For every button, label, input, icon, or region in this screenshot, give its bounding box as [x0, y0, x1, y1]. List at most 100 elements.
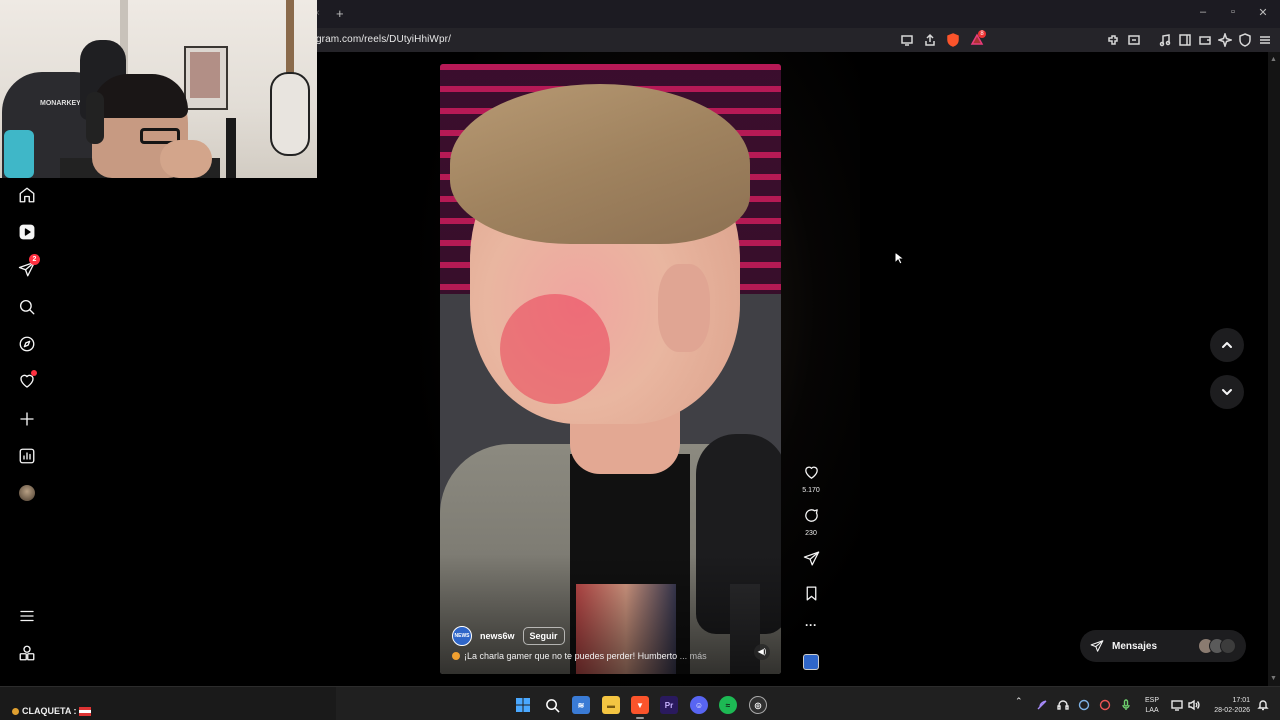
taskbar-search-button[interactable]: [543, 696, 561, 714]
headset-tray-icon[interactable]: [1057, 698, 1069, 710]
flag-icon: [79, 707, 91, 716]
apps-icon: [19, 645, 35, 661]
stream-status-bar: CLAQUETA :: [0, 687, 336, 720]
guitar: [270, 72, 310, 156]
sidebar-item-search[interactable]: [16, 296, 38, 318]
volume-icon[interactable]: [1188, 698, 1200, 711]
sidebar-item-more[interactable]: [16, 605, 38, 627]
show-hidden-icons-button[interactable]: ⌃: [1015, 696, 1023, 707]
sidebar-item-notifications[interactable]: [16, 370, 38, 392]
avatar: [1220, 638, 1236, 654]
audio-button[interactable]: [796, 654, 826, 670]
avatar: [19, 485, 35, 501]
audio-thumbnail: [803, 654, 819, 670]
steam-tray-icon[interactable]: [1078, 698, 1090, 711]
author-avatar[interactable]: NEWS: [452, 626, 472, 646]
file-explorer-icon[interactable]: ▬: [602, 696, 620, 714]
comment-icon: [804, 509, 818, 522]
vpn-icon[interactable]: [1238, 33, 1252, 47]
message-avatars: [1198, 638, 1236, 654]
chevron-up-icon: [1222, 342, 1232, 348]
sidebar-item-home[interactable]: [16, 184, 38, 206]
chevron-down-icon: [1222, 389, 1232, 395]
reels-icon: [19, 224, 35, 240]
close-window-button[interactable]: ✕: [1248, 6, 1278, 19]
active-app-indicator: [636, 717, 644, 719]
previous-reel-button[interactable]: [1210, 328, 1244, 362]
messages-badge: 2: [29, 254, 40, 265]
send-icon: [803, 551, 819, 566]
minimize-button[interactable]: –: [1188, 6, 1218, 18]
hair: [450, 84, 750, 244]
menu-icon[interactable]: [1258, 33, 1272, 47]
widgets-app-icon[interactable]: ≋: [572, 696, 590, 714]
home-icon: [19, 187, 35, 203]
comment-button[interactable]: 230: [796, 507, 826, 537]
send-icon: [1090, 640, 1104, 652]
windows-start-button[interactable]: [514, 696, 532, 714]
scroll-down-icon[interactable]: ▼: [1270, 675, 1277, 682]
input-language[interactable]: ESP LAA: [1145, 696, 1159, 716]
heart-icon: [804, 466, 818, 479]
save-button[interactable]: [796, 585, 826, 607]
new-tab-button[interactable]: +: [336, 6, 344, 21]
app-tray-icon[interactable]: [1099, 698, 1111, 711]
next-reel-button[interactable]: [1210, 375, 1244, 409]
search-icon: [19, 299, 35, 315]
brave-rewards-icon[interactable]: 8: [970, 30, 986, 47]
windows-logo-icon: [516, 698, 530, 712]
sidebar-toggle-icon[interactable]: [1178, 33, 1192, 47]
sidebar-item-create[interactable]: [16, 408, 38, 430]
spotify-icon[interactable]: ≈: [719, 696, 737, 714]
sidebar-item-profile[interactable]: [16, 482, 38, 504]
rewards-badge: 8: [978, 30, 986, 38]
reel-video[interactable]: NEWS news6w Seguir ¡La charla gamer que …: [440, 64, 781, 674]
scroll-up-icon[interactable]: ▲: [1270, 56, 1277, 63]
brave-shield-icon[interactable]: [946, 33, 960, 47]
sidebar-item-also-from-meta[interactable]: [16, 642, 38, 664]
premiere-icon[interactable]: Pr: [660, 696, 678, 714]
discord-icon[interactable]: ☺: [690, 696, 708, 714]
author-username[interactable]: news6w: [480, 631, 515, 641]
more-options-icon[interactable]: ···: [796, 618, 826, 632]
obs-icon[interactable]: ◎: [749, 696, 767, 714]
extensions-icon[interactable]: [1106, 33, 1120, 47]
sidebar-item-messages[interactable]: 2: [16, 254, 40, 280]
chart-icon: [19, 448, 35, 464]
wallet-icon[interactable]: [1198, 33, 1212, 47]
sidebar-item-explore[interactable]: [16, 333, 38, 355]
notification-center-icon[interactable]: [1257, 698, 1269, 711]
system-clock[interactable]: 17:01 28-02-2026: [1208, 696, 1250, 716]
like-button[interactable]: 5.170: [796, 464, 826, 494]
feather-tray-icon[interactable]: [1036, 698, 1048, 710]
share-icon[interactable]: [923, 33, 937, 47]
microphone-arm: [226, 118, 236, 178]
page-scrollbar[interactable]: ▲ ▼: [1268, 52, 1280, 686]
messages-pill[interactable]: Mensajes: [1080, 630, 1246, 662]
search-icon: [545, 698, 560, 713]
share-button[interactable]: [796, 550, 826, 572]
follow-button[interactable]: Seguir: [522, 627, 565, 645]
brave-browser-icon[interactable]: ▼: [631, 696, 649, 714]
volume-icon[interactable]: ◀): [754, 644, 770, 660]
url-text[interactable]: gram.com/reels/DUtyiHhiWpr/: [316, 34, 451, 45]
network-icon[interactable]: [1171, 698, 1183, 711]
caption-more-link[interactable]: ... más: [680, 651, 707, 661]
microphone-tray-icon[interactable]: [1120, 698, 1132, 710]
status-label: CLAQUETA :: [22, 706, 77, 716]
caption-text: ¡La charla gamer que no te puedes perder…: [464, 651, 678, 661]
headset: [86, 92, 104, 144]
sidebar-item-dashboard[interactable]: [16, 445, 38, 467]
media-controls-icon[interactable]: [1158, 33, 1172, 47]
clock-date: 28-02-2026: [1214, 707, 1250, 714]
tab-search-icon[interactable]: [1127, 33, 1141, 47]
maximize-button[interactable]: ▫: [1218, 6, 1248, 18]
notification-dot: [31, 370, 37, 376]
fire-emoji-icon: [452, 652, 460, 660]
sidebar-item-reels[interactable]: [16, 221, 38, 243]
cast-icon[interactable]: [900, 33, 914, 47]
leo-ai-icon[interactable]: [1216, 31, 1234, 49]
menu-icon: [20, 610, 34, 622]
reel-caption: ¡La charla gamer que no te puedes perder…: [452, 651, 752, 661]
chair-logo: MONARKEY: [40, 100, 81, 107]
